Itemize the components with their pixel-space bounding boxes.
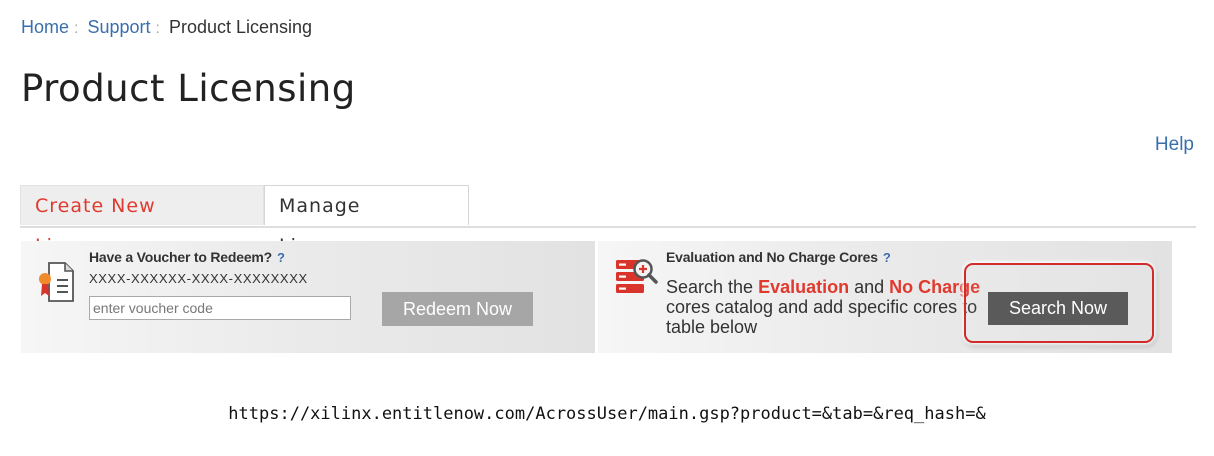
evaluation-title: Evaluation and No Charge Cores? [666, 249, 891, 265]
desc-and: and [849, 277, 890, 297]
breadcrumb-separator: : [74, 20, 79, 37]
breadcrumb-separator: : [155, 20, 160, 37]
evaluation-help-icon[interactable]: ? [883, 250, 891, 265]
page-url: https://xilinx.entitlenow.com/AcrossUser… [228, 404, 986, 424]
breadcrumb-current: Product Licensing [168, 17, 313, 37]
desc-post: cores catalog and add specific cores to … [666, 297, 978, 337]
voucher-title: Have a Voucher to Redeem?? [89, 249, 285, 265]
evaluation-title-text: Evaluation and No Charge Cores [666, 249, 878, 265]
license-tabs: Create New Licenses Manage Licenses [20, 185, 1196, 257]
database-search-icon [615, 254, 659, 303]
breadcrumb-support-link[interactable]: Support [87, 17, 150, 37]
voucher-title-text: Have a Voucher to Redeem? [89, 249, 273, 265]
voucher-format-hint: XXXX-XXXXXX-XXXX-XXXXXXXX [89, 271, 308, 286]
annotation-highlight-box [964, 263, 1154, 343]
tab-manage-licenses[interactable]: Manage Licenses [264, 185, 469, 257]
voucher-code-input[interactable] [89, 296, 351, 320]
breadcrumb-home-link[interactable]: Home [21, 17, 69, 37]
page-title: Product Licensing [21, 67, 356, 110]
help-link[interactable]: Help [1155, 134, 1194, 156]
evaluation-keyword: Evaluation [758, 277, 850, 297]
tab-create-new-licenses[interactable]: Create New Licenses [20, 185, 264, 257]
redeem-now-button[interactable]: Redeem Now [382, 292, 533, 326]
evaluation-description: Search the Evaluation and No Charge core… [666, 277, 986, 337]
voucher-panel: Have a Voucher to Redeem?? XXXX-XXXXXX-X… [21, 241, 595, 353]
certificate-document-icon [37, 260, 77, 311]
desc-pre: Search the [666, 277, 759, 297]
voucher-help-icon[interactable]: ? [277, 250, 285, 265]
breadcrumb: Home: Support: Product Licensing [21, 16, 312, 40]
